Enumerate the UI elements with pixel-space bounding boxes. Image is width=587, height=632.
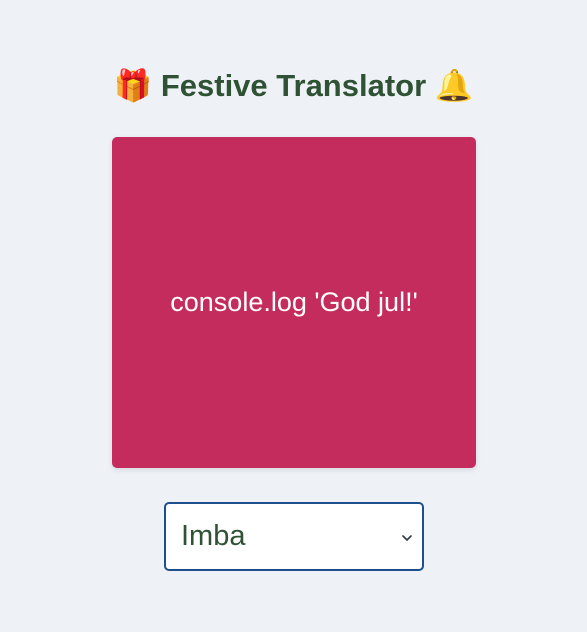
chevron-down-icon xyxy=(400,529,414,545)
gift-icon: 🎁 xyxy=(113,68,153,103)
chevron-down-icon-svg xyxy=(402,534,412,541)
page-title-text: Festive Translator xyxy=(160,68,427,103)
translation-output-card: console.log 'God jul!' xyxy=(112,137,476,468)
bell-icon: 🔔 xyxy=(434,68,474,103)
translation-output-text: console.log 'God jul!' xyxy=(170,287,418,317)
page-title: 🎁 Festive Translator 🔔 xyxy=(0,66,587,106)
language-select[interactable]: Imba xyxy=(164,502,424,571)
language-select-value: Imba xyxy=(181,520,246,552)
